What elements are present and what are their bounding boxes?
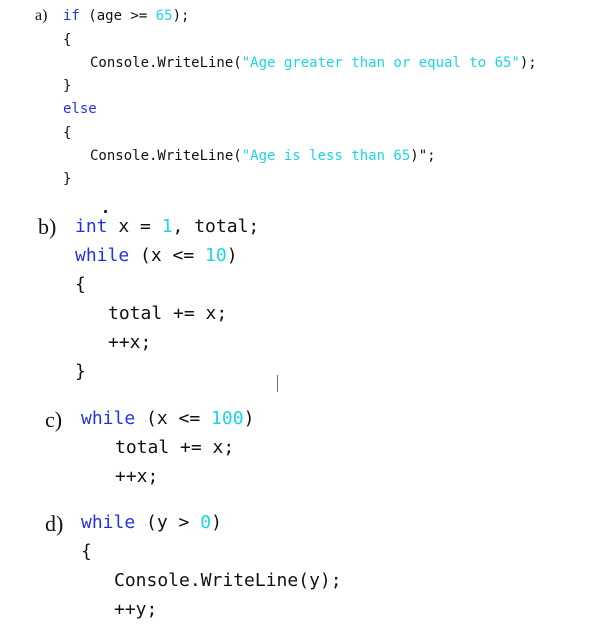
keyword: int (75, 216, 108, 237)
keyword: if (63, 8, 80, 24)
keyword: while (81, 512, 136, 533)
code-line: else (63, 101, 97, 117)
literal: 65 (155, 8, 173, 24)
code-text: ) (211, 512, 222, 533)
code-line: Console.WriteLine(y); (114, 570, 342, 591)
code-line: } (63, 171, 72, 187)
code-line: total += x; (108, 303, 228, 324)
code-text: ); (519, 55, 537, 71)
code-text: (y > (135, 512, 201, 533)
code-text: )"; (410, 148, 436, 164)
code-line: { (63, 125, 72, 141)
code-line: if (age >= 65); (63, 8, 189, 24)
literal: 100 (211, 408, 244, 429)
code-line: ++y; (114, 599, 158, 620)
text-cursor (277, 375, 278, 392)
string-literal: "Age is less than 65 (241, 148, 411, 164)
snippet-label-d: d) (45, 511, 64, 536)
literal: 1 (161, 216, 173, 237)
snippet-label-a: a) (35, 7, 48, 24)
code-line: { (75, 274, 86, 295)
literal: 0 (200, 512, 212, 533)
code-line: int x = 1, total; (75, 216, 259, 237)
code-text: x = (107, 216, 162, 237)
snippet-label-b: b) (38, 214, 57, 239)
code-line: { (63, 32, 72, 48)
code-text: (x <= (129, 245, 206, 266)
code-line: while (x <= 100) (81, 408, 254, 429)
code-line: Console.WriteLine("Age is less than 65)"… (90, 148, 436, 164)
snippet-label-c: c) (45, 407, 63, 432)
code-line: { (81, 541, 92, 562)
code-text: (x <= (135, 408, 212, 429)
code-line: while (y > 0) (81, 512, 222, 533)
string-literal: "Age greater than or equal to 65" (241, 55, 520, 71)
code-text: (age >= (79, 8, 156, 24)
code-text: ) (226, 245, 238, 266)
code-text: ); (172, 8, 190, 24)
code-text: ) (243, 408, 255, 429)
code-line: Console.WriteLine("Age greater than or e… (90, 55, 537, 71)
code-line: } (63, 78, 72, 94)
keyword: else (63, 101, 97, 117)
code-text: , total; (172, 216, 260, 237)
code-line: ++x; (108, 332, 152, 353)
literal: 10 (205, 245, 227, 266)
code-text: Console.WriteLine( (90, 55, 242, 71)
keyword: while (81, 408, 136, 429)
code-text: Console.WriteLine( (90, 148, 242, 164)
code-line: } (75, 361, 86, 382)
stray-dot-mark (104, 210, 107, 213)
code-line: total += x; (115, 437, 235, 458)
code-line: while (x <= 10) (75, 245, 238, 266)
keyword: while (75, 245, 130, 266)
code-line: ++x; (115, 466, 159, 487)
